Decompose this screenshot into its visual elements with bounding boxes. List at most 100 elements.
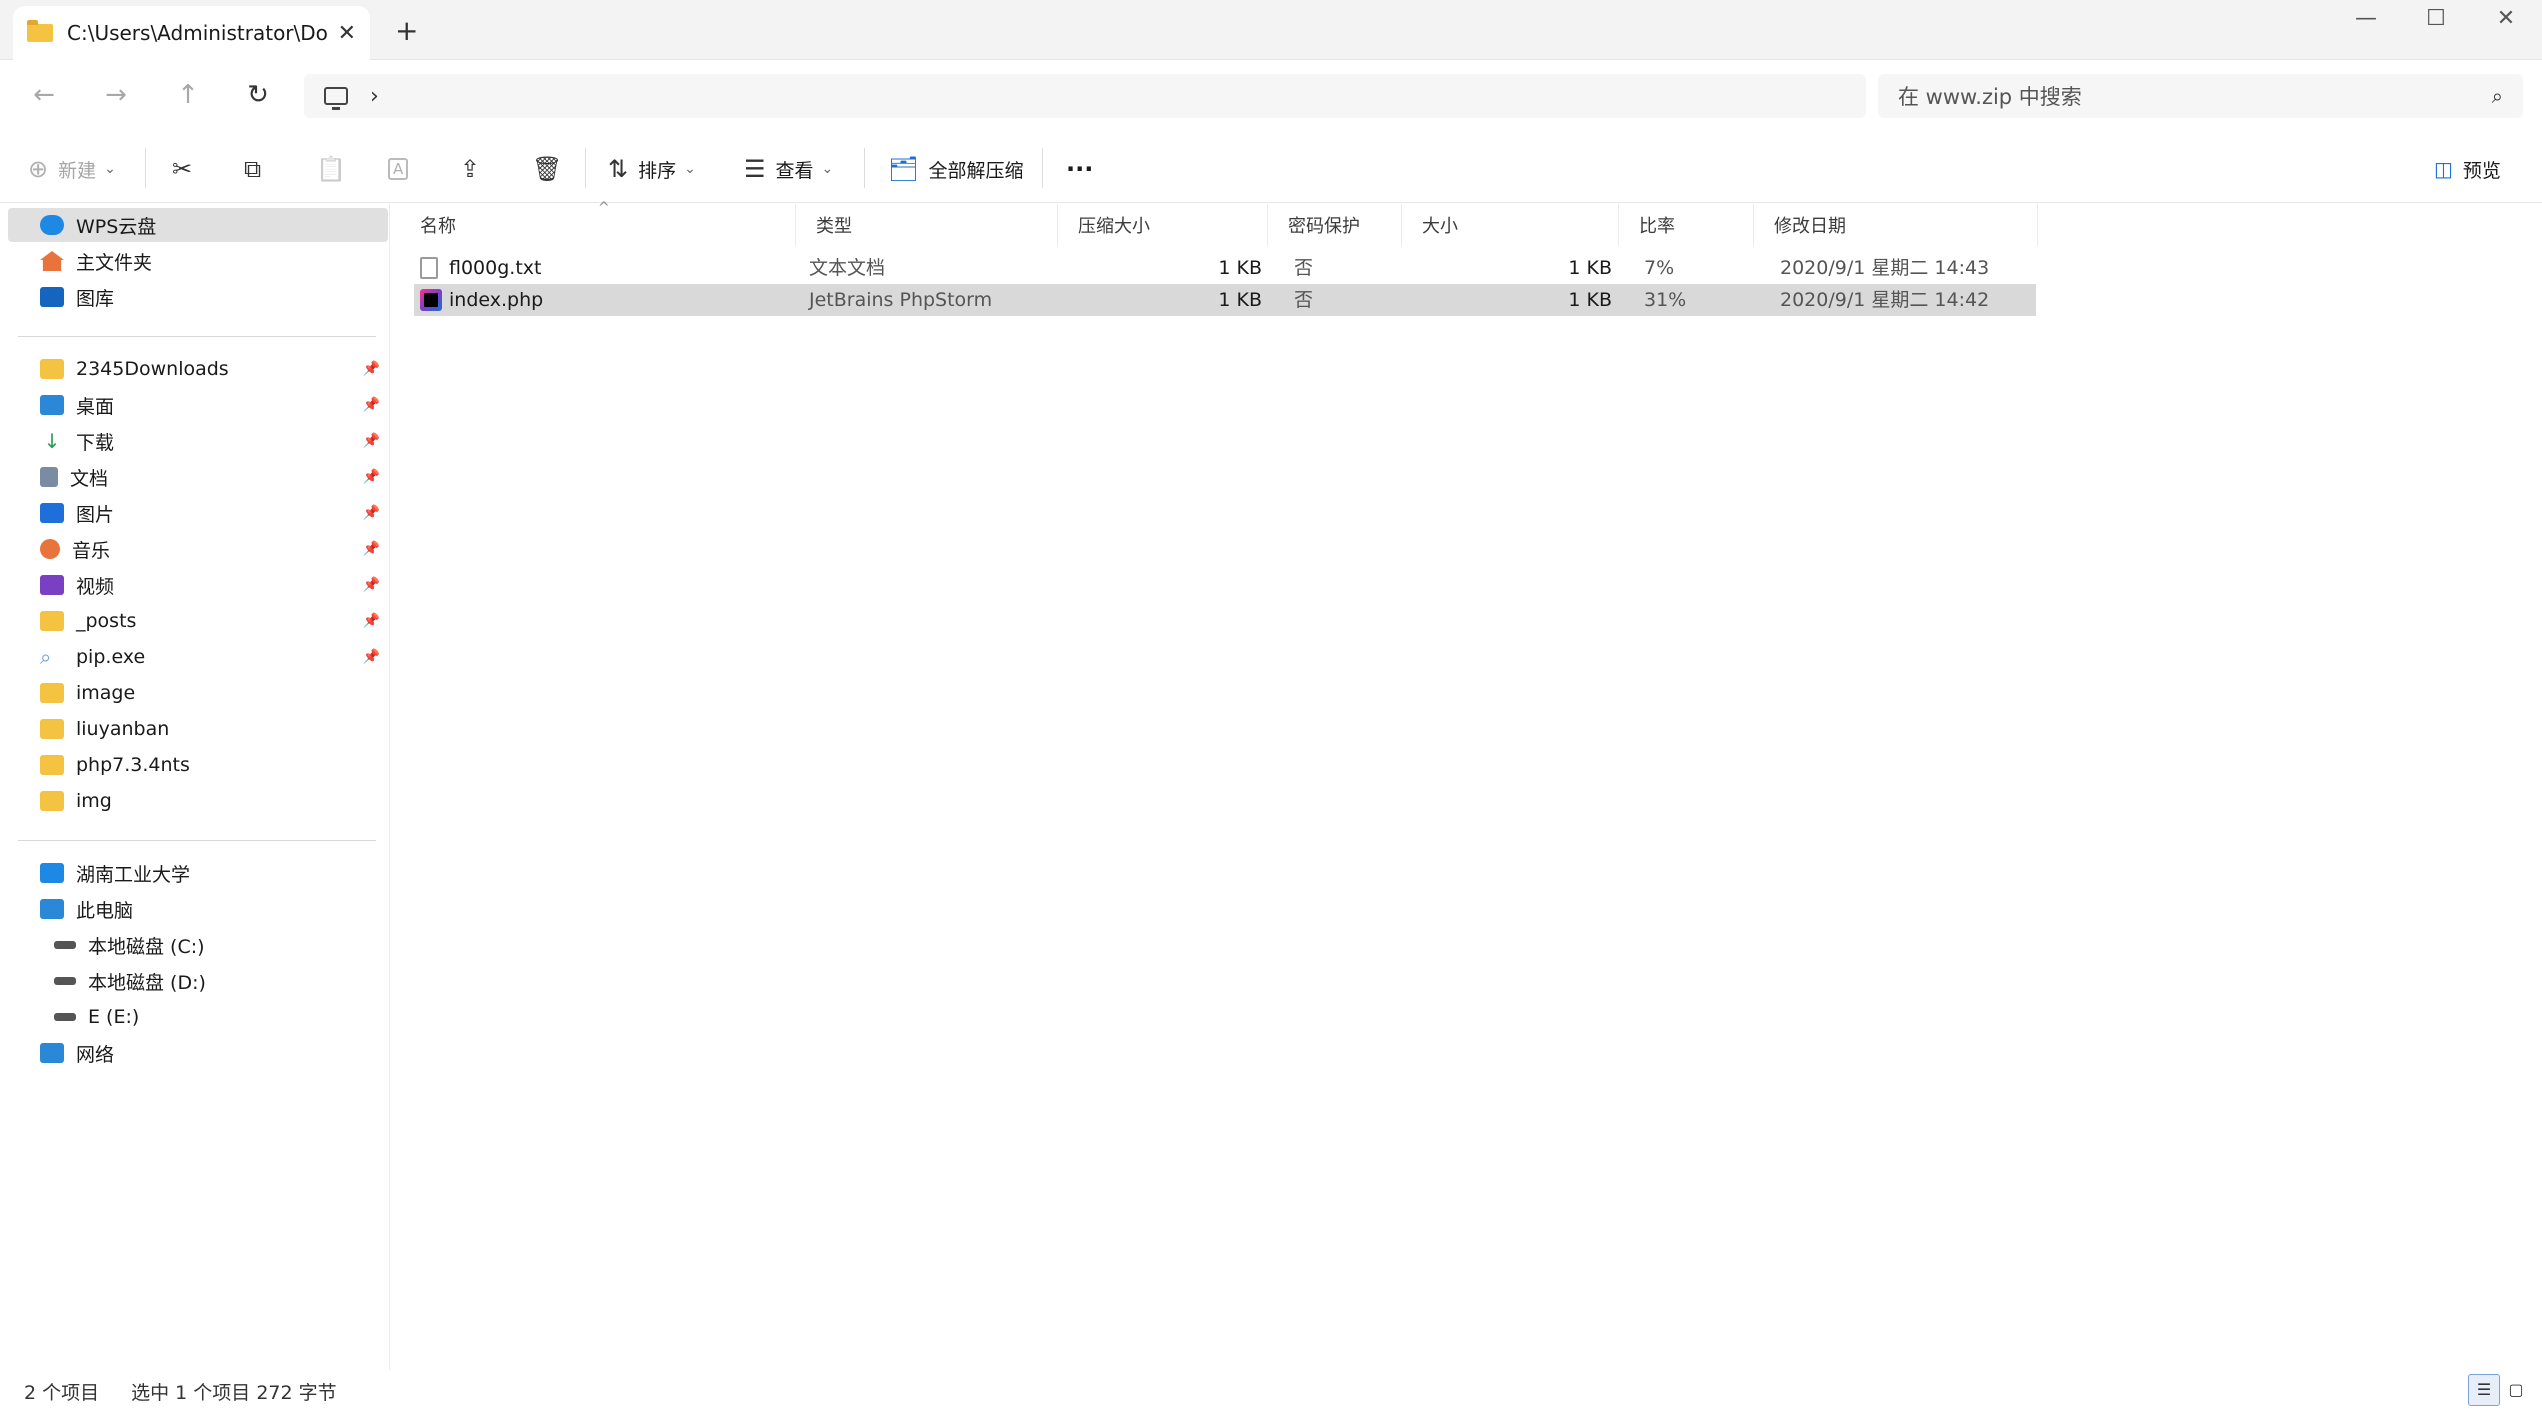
preview-pane-button[interactable]: ◫ 预览: [2434, 135, 2501, 203]
view-lines-icon: ☰: [744, 155, 766, 183]
sidebar-item-img[interactable]: img: [8, 784, 388, 818]
command-separator: [1042, 148, 1043, 188]
tab-active[interactable]: C:\Users\Administrator\Downl ✕: [13, 6, 370, 60]
rename-button[interactable]: A: [388, 135, 418, 203]
share-button[interactable]: ⇪: [460, 135, 490, 203]
file-password: 否: [1294, 289, 1314, 311]
search-placeholder: 在 www.zip 中搜索: [1898, 85, 2082, 109]
column-header-modified[interactable]: 修改日期: [1754, 204, 2038, 246]
new-tab-button[interactable]: +: [395, 14, 418, 47]
sidebar-item-downloads[interactable]: ↓ 下载 📌: [8, 424, 388, 458]
pin-icon[interactable]: 📌: [363, 649, 380, 665]
drive-icon: [54, 1013, 76, 1021]
address-bar[interactable]: ›: [304, 74, 1866, 118]
pin-icon[interactable]: 📌: [363, 613, 380, 629]
chevron-down-icon: ⌄: [104, 161, 116, 177]
sidebar-item-image[interactable]: image: [8, 676, 388, 710]
tab-close-icon[interactable]: ✕: [338, 21, 356, 46]
forward-button[interactable]: →: [96, 80, 136, 110]
breadcrumb-chevron-icon[interactable]: ›: [370, 84, 379, 109]
pin-icon[interactable]: 📌: [363, 433, 380, 449]
refresh-button[interactable]: ↻: [238, 80, 278, 110]
copy-button[interactable]: ⧉: [244, 135, 271, 203]
preview-label: 预览: [2462, 159, 2501, 182]
sidebar-item-network[interactable]: 网络: [8, 1036, 388, 1070]
minimize-button[interactable]: —: [2336, 6, 2396, 31]
tiles-view-icon[interactable]: ▢: [2500, 1374, 2532, 1406]
pin-icon[interactable]: 📌: [363, 397, 380, 413]
column-header-size[interactable]: 大小: [1402, 204, 1619, 246]
sidebar-item-liuyanban[interactable]: liuyanban: [8, 712, 388, 746]
pin-icon[interactable]: 📌: [363, 541, 380, 557]
trash-icon: 🗑: [532, 155, 563, 183]
sort-button[interactable]: ⇅ 排序 ⌄: [608, 135, 696, 203]
pin-icon[interactable]: 📌: [363, 577, 380, 593]
new-button[interactable]: ⊕ 新建 ⌄: [28, 135, 116, 203]
rename-icon: A: [388, 158, 409, 180]
column-header-ratio[interactable]: 比率: [1619, 204, 1754, 246]
sidebar-item-desktop[interactable]: 桌面 📌: [8, 388, 388, 422]
sidebar-item-label: 湖南工业大学: [76, 863, 191, 886]
sidebar-item-pictures[interactable]: 图片 📌: [8, 496, 388, 530]
address-row: ← → ↑ ↻ › 在 www.zip 中搜索 ⌕: [0, 60, 2542, 132]
pin-icon[interactable]: 📌: [363, 469, 380, 485]
music-icon: [40, 539, 60, 559]
sidebar-item-label: 主文件夹: [76, 251, 153, 274]
command-separator: [864, 148, 865, 188]
clipboard-icon: 📋: [316, 155, 346, 183]
pin-icon[interactable]: 📌: [363, 505, 380, 521]
file-type: JetBrains PhpStorm: [809, 289, 993, 311]
share-icon: ⇪: [460, 155, 481, 183]
sidebar-item-pip-exe[interactable]: ⌕ pip.exe 📌: [8, 640, 388, 674]
sidebar-item-posts[interactable]: _posts 📌: [8, 604, 388, 638]
navigation-pane: WPS云盘 主文件夹 图库 2345Downloads 📌 桌面 📌 ↓ 下载 …: [0, 204, 390, 1370]
column-header-password[interactable]: 密码保护: [1268, 204, 1402, 246]
sidebar-item-music[interactable]: 音乐 📌: [8, 532, 388, 566]
close-window-button[interactable]: ✕: [2476, 6, 2536, 31]
details-view-icon[interactable]: ☰: [2468, 1374, 2500, 1406]
search-input[interactable]: 在 www.zip 中搜索 ⌕: [1878, 74, 2523, 118]
extract-all-button[interactable]: 🗂 全部解压缩: [888, 135, 1023, 203]
column-header-compressed-size[interactable]: 压缩大小: [1058, 204, 1268, 246]
sidebar-item-documents[interactable]: 文档 📌: [8, 460, 388, 494]
back-button[interactable]: ←: [24, 80, 64, 110]
sidebar-item-drive-d[interactable]: 本地磁盘 (D:): [8, 964, 388, 998]
column-header-name[interactable]: 名称: [400, 204, 796, 246]
sidebar-item-hut[interactable]: 湖南工业大学: [8, 856, 388, 890]
sidebar-item-2345downloads[interactable]: 2345Downloads 📌: [8, 352, 388, 386]
table-row[interactable]: index.php JetBrains PhpStorm 1 KB 否 1 KB…: [414, 284, 2036, 316]
sidebar-item-gallery[interactable]: 图库: [8, 280, 388, 314]
file-compressed-size: 1 KB: [1218, 289, 1262, 311]
sidebar-item-home[interactable]: 主文件夹: [8, 244, 388, 278]
delete-button[interactable]: 🗑: [532, 135, 572, 203]
search-file-icon: ⌕: [40, 645, 52, 669]
sidebar-item-wps-cloud[interactable]: WPS云盘: [8, 208, 388, 242]
preview-pane-icon: ◫: [2434, 157, 2453, 181]
sidebar-item-drive-c[interactable]: 本地磁盘 (C:): [8, 928, 388, 962]
sidebar-item-label: php7.3.4nts: [76, 754, 190, 776]
maximize-button[interactable]: ☐: [2406, 6, 2466, 31]
pin-icon[interactable]: 📌: [363, 361, 380, 377]
search-icon[interactable]: ⌕: [2492, 84, 2503, 108]
sidebar-divider: [18, 840, 376, 841]
file-modified: 2020/9/1 星期二 14:42: [1780, 289, 1990, 311]
sidebar-item-drive-e[interactable]: E (E:): [8, 1000, 388, 1034]
sort-label: 排序: [638, 159, 677, 182]
building-icon: [40, 863, 64, 883]
download-icon: ↓: [43, 429, 61, 453]
sidebar-item-videos[interactable]: 视频 📌: [8, 568, 388, 602]
column-header-type[interactable]: 类型: [796, 204, 1058, 246]
extract-folder-icon: 🗂: [888, 155, 919, 183]
documents-icon: [40, 467, 58, 487]
up-button[interactable]: ↑: [168, 80, 208, 110]
sidebar-item-this-pc[interactable]: 此电脑: [8, 892, 388, 926]
table-row[interactable]: fl000g.txt 文本文档 1 KB 否 1 KB 7% 2020/9/1 …: [414, 252, 2036, 284]
sidebar-item-label: WPS云盘: [76, 215, 157, 238]
plus-circle-icon: ⊕: [28, 155, 49, 183]
sidebar-item-php734nts[interactable]: php7.3.4nts: [8, 748, 388, 782]
cut-button[interactable]: ✂: [172, 135, 202, 203]
more-options-button[interactable]: ···: [1066, 135, 1093, 203]
file-list: ^ 名称 类型 压缩大小 密码保护 大小 比率 修改日期 fl000g.txt …: [400, 200, 2542, 1370]
view-button[interactable]: ☰ 查看 ⌄: [744, 135, 833, 203]
paste-button[interactable]: 📋: [316, 135, 356, 203]
